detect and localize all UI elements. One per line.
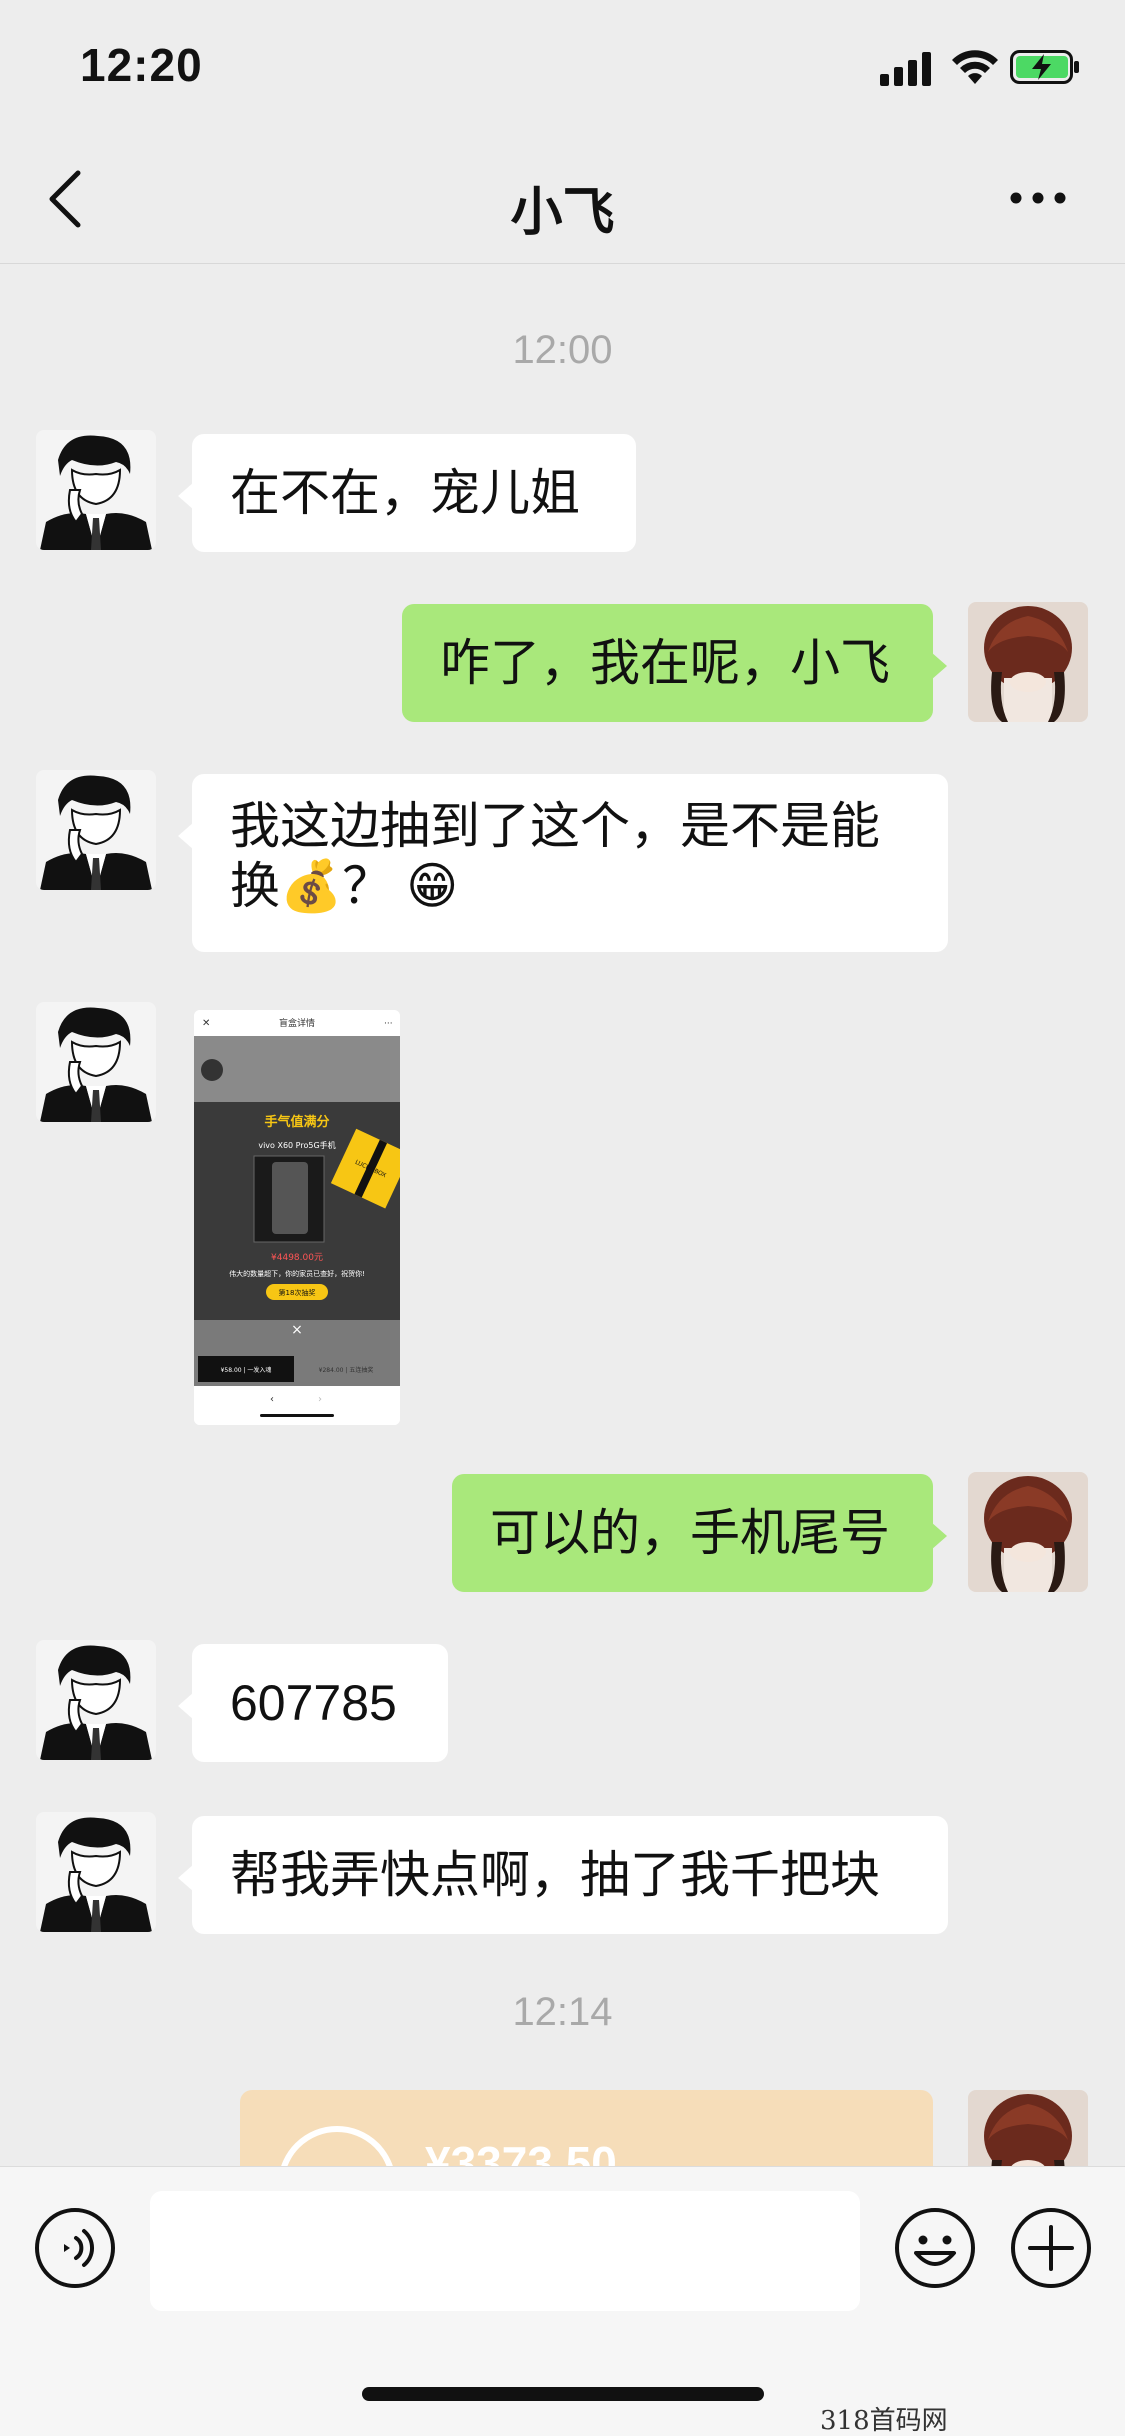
watermark: 318首码网 www.E318.com <box>820 2406 948 2436</box>
message-bubble-incoming[interactable]: 在不在，宠儿姐 <box>178 434 636 552</box>
transfer-amount: ¥3373.50 <box>425 2137 617 2170</box>
message-text: 607785 <box>230 1675 397 1731</box>
contact-avatar[interactable] <box>36 1640 156 1760</box>
thumb-title: 手气值满分 <box>264 1114 329 1130</box>
emoji-icon[interactable] <box>894 2207 976 2289</box>
screenshot-thumbnail: ✕ 盲盒详情 ··· 手气值满分 vivo X60 Pro5G手机 LUCKY … <box>194 1010 400 1425</box>
status-bar: 12:20 <box>0 0 1125 134</box>
transfer-message[interactable]: ¥3373.50 <box>240 2090 933 2170</box>
input-bar <box>0 2166 1125 2436</box>
more-options-icon[interactable] <box>1008 178 1068 218</box>
status-time: 12:20 <box>80 39 203 91</box>
message-bubble-incoming[interactable]: 我这边抽到了这个，是不是能 换💰？ 😁 <box>178 774 948 952</box>
home-indicator <box>362 2387 764 2401</box>
message-text-line: 我这边抽到了这个，是不是能 <box>230 798 880 854</box>
message-text: 在不在，宠儿姐 <box>230 465 580 521</box>
svg-text:›: › <box>318 1394 322 1405</box>
message-text: 可以的，手机尾号 <box>490 1505 890 1561</box>
message-bubble-incoming[interactable]: 帮我弄快点啊，抽了我千把块 <box>178 1816 948 1934</box>
thumb-note: 伟大的数量超下，你的家员已查好，祝贺你! <box>229 1269 365 1278</box>
thumb-price: ¥4498.00元 <box>271 1253 323 1263</box>
plus-icon[interactable] <box>1010 2207 1092 2289</box>
image-message[interactable]: ✕ 盲盒详情 ··· 手气值满分 vivo X60 Pro5G手机 LUCKY … <box>194 1010 400 1425</box>
wifi-icon <box>952 50 998 84</box>
svg-text:···: ··· <box>384 1019 393 1029</box>
contact-avatar[interactable] <box>36 770 156 890</box>
message-bubble-outgoing[interactable]: 可以的，手机尾号 <box>452 1474 947 1592</box>
voice-icon[interactable] <box>34 2207 116 2289</box>
thumb-bottom-left: ¥58.00 | 一发入魂 <box>221 1366 272 1374</box>
self-avatar[interactable] <box>968 602 1088 722</box>
svg-text:‹: ‹ <box>270 1394 274 1405</box>
message-bubble-outgoing[interactable]: 咋了，我在呢，小飞 <box>402 604 947 722</box>
nav-bar: 小飞 <box>0 134 1125 264</box>
transfer-icon <box>278 2126 396 2170</box>
cellular-signal-icon <box>880 52 931 86</box>
message-input[interactable] <box>150 2191 860 2311</box>
message-timestamp: 12:00 <box>512 328 613 372</box>
message-text: 帮我弄快点啊，抽了我千把块 <box>230 1847 880 1903</box>
svg-text:✕: ✕ <box>202 1018 210 1029</box>
thumb-bottom-right: ¥284.00 | 五连抽奖 <box>319 1366 374 1374</box>
self-avatar[interactable] <box>968 1472 1088 1592</box>
message-text-line: 换💰？ 😁 <box>230 858 459 914</box>
battery-charging-icon <box>1010 50 1079 84</box>
message-timestamp: 12:14 <box>512 1990 613 2034</box>
contact-avatar[interactable] <box>36 430 156 550</box>
chat-title: 小飞 <box>510 184 615 242</box>
contact-avatar[interactable] <box>36 1002 156 1122</box>
svg-text:×: × <box>291 1322 303 1338</box>
thumb-header: 盲盒详情 <box>279 1017 315 1029</box>
contact-avatar[interactable] <box>36 1812 156 1932</box>
message-text: 咋了，我在呢，小飞 <box>440 635 890 691</box>
thumb-button: 第18次抽奖 <box>279 1288 316 1297</box>
message-bubble-incoming[interactable]: 607785 <box>178 1644 448 1762</box>
thumb-product: vivo X60 Pro5G手机 <box>258 1140 335 1150</box>
